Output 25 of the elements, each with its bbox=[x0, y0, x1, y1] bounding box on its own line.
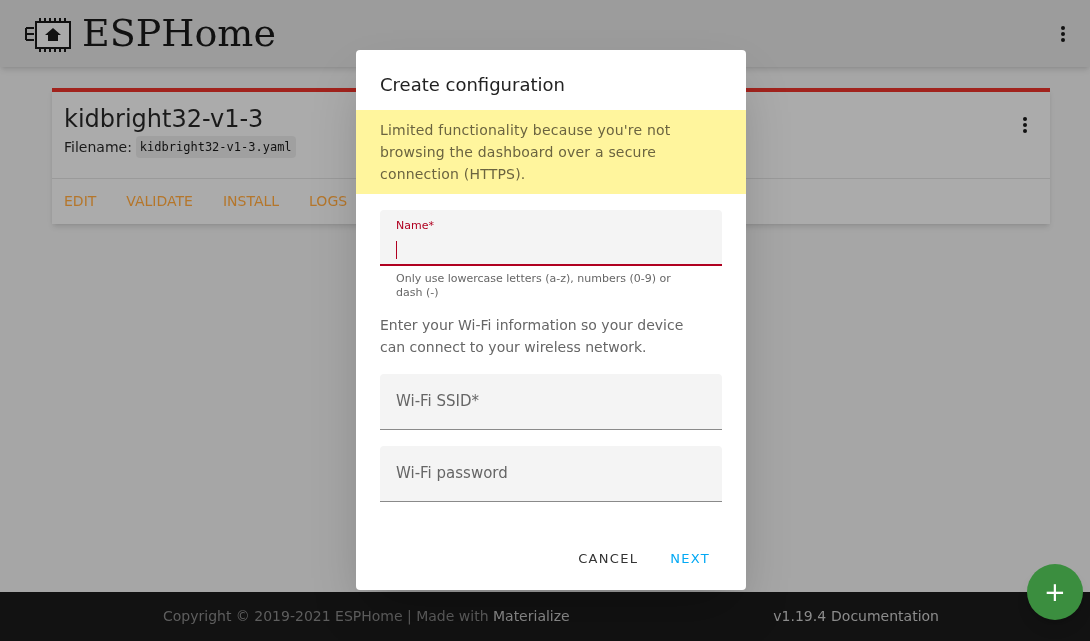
more-icon[interactable] bbox=[1060, 24, 1066, 43]
app-title: ESPHome bbox=[82, 10, 276, 57]
materialize-link[interactable]: Materialize bbox=[492, 608, 570, 624]
warning-banner: Limited functionality because you're not browsing the dashboard over a secure connection (HTTPS). bbox=[356, 110, 746, 194]
chip-house-icon bbox=[24, 15, 74, 52]
field-label: Name* bbox=[396, 219, 435, 233]
filename-code: kidbright32-v1-3.yaml bbox=[135, 136, 296, 158]
device-name: kidbright32-v1-3 bbox=[64, 104, 264, 134]
text-field[interactable]: Wi-Fi SSID* bbox=[380, 374, 722, 430]
copyright-text: Copyright © 2019-2021 ESPHome | Made with Materialize bbox=[163, 607, 570, 627]
text-cursor bbox=[396, 241, 397, 259]
wifi-intro-text: Enter your Wi-Fi information so your device can connect to your wireless network. bbox=[380, 316, 685, 357]
text-field[interactable]: Name* bbox=[380, 210, 722, 266]
field-label: Wi-Fi password bbox=[396, 463, 508, 485]
version-text: v1.19.4 bbox=[773, 607, 827, 626]
more-icon[interactable] bbox=[1022, 116, 1028, 134]
cancel-button[interactable]: CANCEL bbox=[566, 540, 651, 576]
field-label: Wi-Fi SSID* bbox=[396, 391, 480, 413]
helper-text: Only use lowercase letters (a-z), numbers (0-9) or dash (-) bbox=[395, 271, 672, 300]
dialog-title: Create configuration bbox=[379, 73, 566, 97]
filename-label: Filename: bbox=[64, 137, 132, 157]
text-field[interactable]: Wi-Fi password bbox=[380, 446, 722, 502]
documentation-link[interactable]: Documentation bbox=[831, 606, 939, 627]
next-button[interactable]: NEXT bbox=[658, 540, 722, 576]
add-button[interactable]: + bbox=[1027, 564, 1083, 620]
